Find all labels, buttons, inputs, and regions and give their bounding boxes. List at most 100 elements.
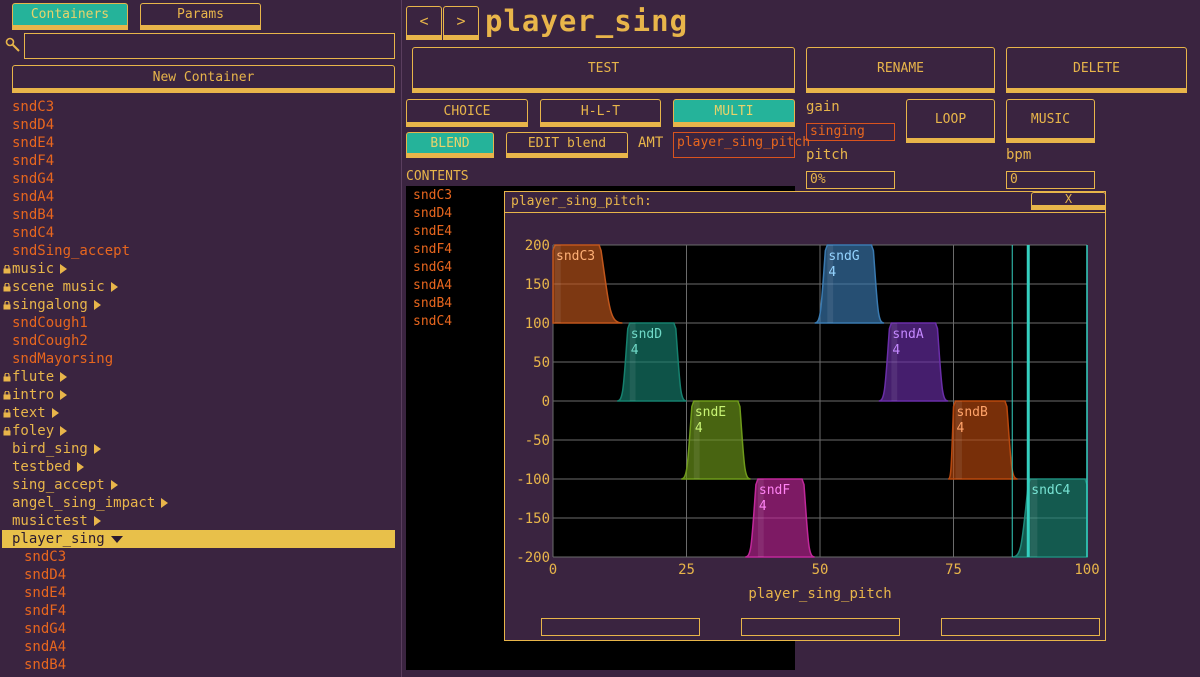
tree-folder-item[interactable]: angel_sing_impact: [12, 494, 397, 512]
tree-item-label: music: [12, 261, 55, 277]
tree-selected-item[interactable]: player_sing: [2, 530, 395, 548]
tree-folder-item[interactable]: bird_sing: [12, 440, 397, 458]
region-sublabel: 4: [892, 343, 900, 358]
search-input[interactable]: [24, 33, 395, 59]
expand-arrow-icon: [60, 264, 68, 274]
region-label: sndG: [828, 249, 859, 264]
region-sublabel: 4: [957, 421, 965, 436]
tree-folder-item[interactable]: foley: [3, 422, 397, 440]
loop-button[interactable]: LOOP: [906, 99, 995, 143]
tree-child-sound-item[interactable]: sndE4: [12, 584, 397, 602]
rename-button[interactable]: RENAME: [806, 47, 995, 93]
tab-params[interactable]: Params: [140, 3, 261, 30]
tree-sound-item[interactable]: sndC3: [12, 98, 397, 116]
tree-folder-item[interactable]: music: [3, 260, 397, 278]
tree-item-label: sndE4: [24, 585, 67, 601]
bpm-label: bpm: [1006, 147, 1032, 163]
tree-child-sound-item[interactable]: sndD4: [12, 566, 397, 584]
footer-field-2[interactable]: [741, 618, 900, 636]
gain-label: gain: [806, 99, 840, 115]
y-tick-label: 200: [525, 238, 550, 254]
tree-item-label: player_sing: [12, 531, 105, 547]
tree-sound-item[interactable]: sndMayorsing: [12, 350, 397, 368]
tree-sound-item[interactable]: sndE4: [12, 134, 397, 152]
tree-child-sound-item[interactable]: sndG4: [12, 620, 397, 638]
footer-field-1[interactable]: [541, 618, 700, 636]
expand-arrow-icon: [110, 282, 118, 292]
tree-item-label: sndB4: [12, 207, 55, 223]
amt-field[interactable]: player_sing_pitch: [673, 132, 810, 158]
popup-title: player_sing_pitch:: [511, 194, 652, 209]
hlt-button[interactable]: H-L-T: [540, 99, 661, 127]
tree-sound-item[interactable]: sndF4: [12, 152, 397, 170]
tree-item-label: sndB4: [24, 657, 67, 673]
tree-child-sound-item[interactable]: sndB4: [12, 656, 397, 674]
tree-item-label: sndC4: [12, 225, 55, 241]
tree-folder-item[interactable]: singalong: [3, 296, 397, 314]
x-tick-label: 75: [945, 562, 962, 578]
tree-sound-item[interactable]: sndB4: [12, 206, 397, 224]
blend-button[interactable]: BLEND: [406, 132, 494, 158]
tree-item-label: sndD4: [12, 117, 55, 133]
y-tick-label: 50: [533, 355, 550, 371]
tree-item-label: sndF4: [24, 603, 67, 619]
multi-button[interactable]: MULTI: [673, 99, 795, 127]
region-label: sndA: [892, 327, 923, 342]
y-tick-label: 0: [542, 394, 550, 410]
lock-icon: [3, 426, 11, 435]
tree-child-sound-item[interactable]: sndF4: [12, 602, 397, 620]
expand-arrow-icon: [93, 516, 101, 526]
new-container-button[interactable]: New Container: [12, 65, 395, 93]
tree-folder-item[interactable]: testbed: [12, 458, 397, 476]
tree-child-sound-item[interactable]: sndA4: [12, 638, 397, 656]
tree-folder-item[interactable]: scene music: [3, 278, 397, 296]
footer-field-3[interactable]: [941, 618, 1100, 636]
edit-blend-button[interactable]: EDIT blend: [506, 132, 628, 158]
tree-folder-item[interactable]: text: [3, 404, 397, 422]
tree-sound-item[interactable]: sndD4: [12, 116, 397, 134]
tab-containers[interactable]: Containers: [12, 3, 128, 30]
lock-icon: [3, 282, 11, 291]
search-icon: [5, 37, 21, 53]
y-tick-label: -150: [516, 511, 550, 527]
tree-item-label: sndCough1: [12, 315, 88, 331]
music-button[interactable]: MUSIC: [1006, 99, 1095, 143]
tree-sound-item[interactable]: sndA4: [12, 188, 397, 206]
tree-folder-item[interactable]: intro: [3, 386, 397, 404]
tree-sound-item[interactable]: sndCough1: [12, 314, 397, 332]
tree-item-label: flute: [12, 369, 55, 385]
y-tick-label: -200: [516, 550, 550, 566]
prev-button[interactable]: <: [406, 6, 442, 40]
next-button[interactable]: >: [443, 6, 479, 40]
pitch-field[interactable]: 0%: [806, 171, 895, 189]
region-label: sndD: [631, 327, 662, 342]
tree-sound-item[interactable]: sndG4: [12, 170, 397, 188]
tree-folder-item[interactable]: musictest: [12, 512, 397, 530]
test-button[interactable]: TEST: [412, 47, 795, 93]
delete-button[interactable]: DELETE: [1006, 47, 1187, 93]
y-tick-label: 150: [525, 277, 550, 293]
close-button[interactable]: X: [1031, 192, 1106, 210]
blend-chart: 0 25 50 75 100 200 150 100 50 0 -50 -100 -150 -200 snd…: [516, 238, 1099, 602]
tree-folder-item[interactable]: flute: [3, 368, 397, 386]
tree-item-label: angel_sing_impact: [12, 495, 156, 511]
bpm-field[interactable]: 0: [1006, 171, 1095, 189]
tree-sound-item[interactable]: sndCough2: [12, 332, 397, 350]
tree-item-label: musictest: [12, 513, 88, 529]
gain-field[interactable]: singing: [806, 123, 895, 141]
tree-sound-item[interactable]: sndC4: [12, 224, 397, 242]
tree-folder-item[interactable]: sing_accept: [12, 476, 397, 494]
tree-item-label: sndC3: [12, 99, 55, 115]
choice-button[interactable]: CHOICE: [406, 99, 528, 127]
page-title: player_sing: [485, 4, 689, 38]
tree-item-label: sndMayorsing: [12, 351, 114, 367]
tree-item-label: bird_sing: [12, 441, 88, 457]
tree-item-label: sndSing_accept: [12, 243, 131, 259]
lock-icon: [3, 390, 11, 399]
region-label: sndC4: [1031, 483, 1070, 498]
tree-child-sound-item[interactable]: sndC3: [12, 548, 397, 566]
tree-item-label: scene music: [12, 279, 105, 295]
tree-item-label: sndF4: [12, 153, 55, 169]
tree-sound-item[interactable]: sndSing_accept: [12, 242, 397, 260]
expand-arrow-icon: [60, 390, 68, 400]
